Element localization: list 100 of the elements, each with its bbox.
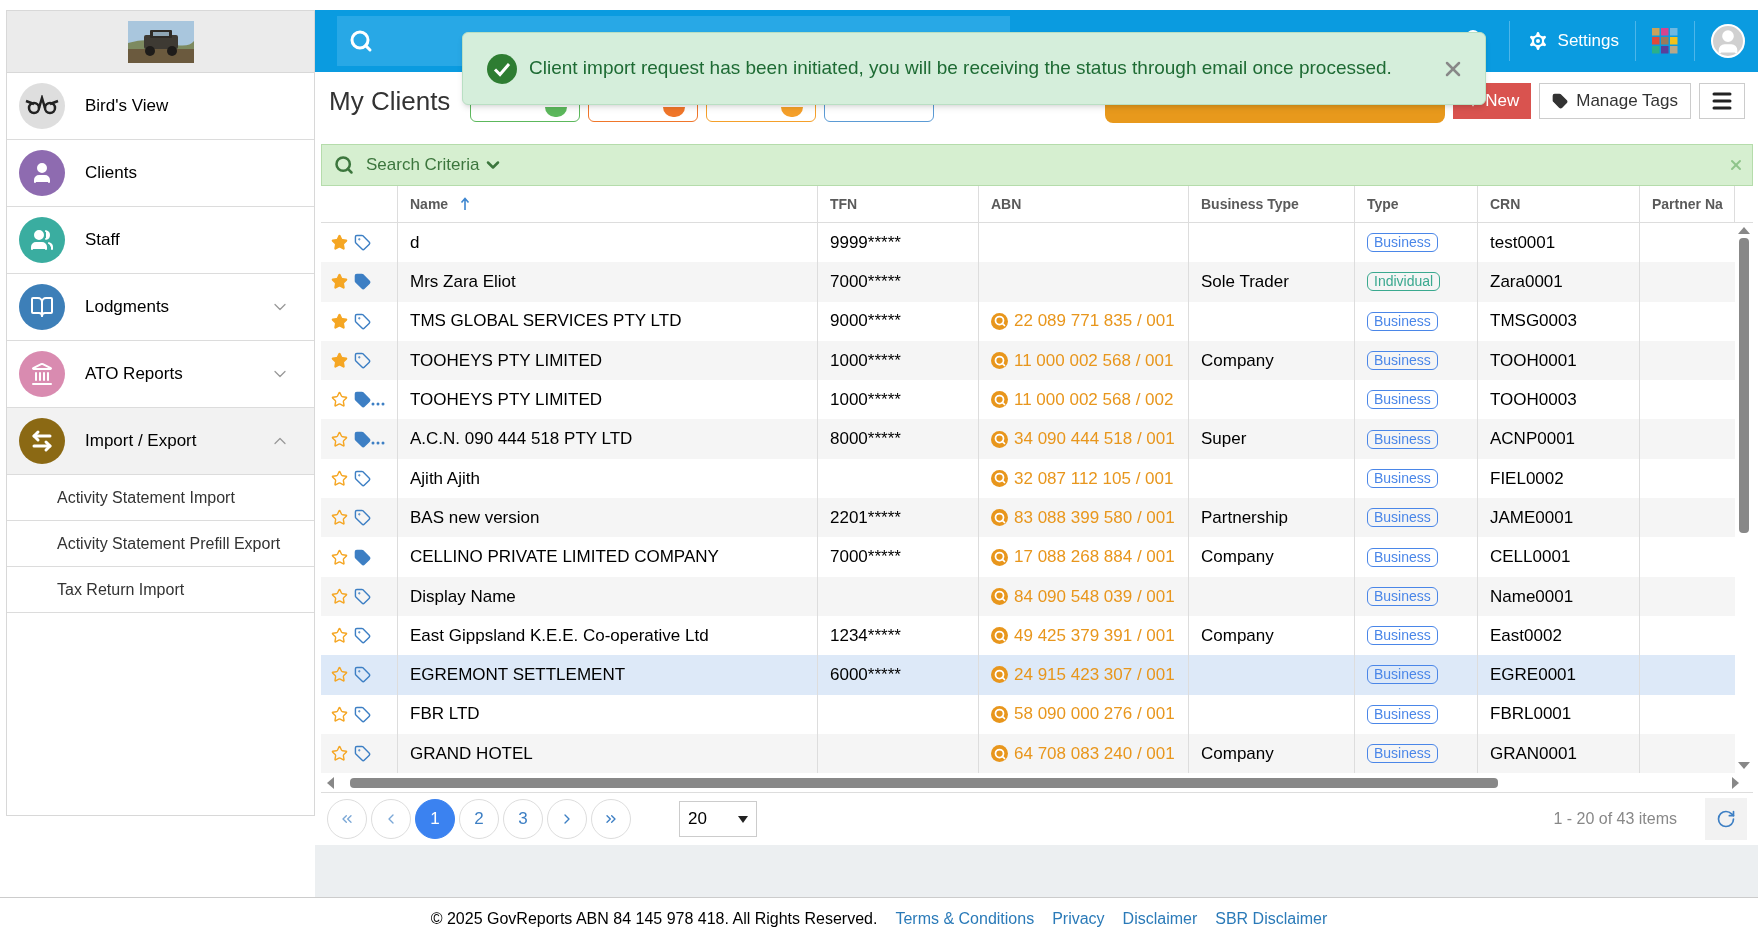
success-icon — [487, 53, 517, 84]
search-criteria-label[interactable]: Search Criteria — [366, 152, 480, 178]
tag-icon[interactable] — [354, 627, 371, 645]
table-cell-text: FBR LTD — [410, 703, 480, 726]
star-icon[interactable] — [331, 273, 348, 291]
manage-tags-button[interactable]: Manage Tags — [1539, 83, 1691, 119]
table-cell-text: EGREMONT SETTLEMENT — [410, 664, 626, 687]
type-badge: Business — [1367, 468, 1438, 488]
table-row[interactable]: EGREMONT SETTLEMENT 6000***** 24 915 423 307 / 001 Business EGRE0001 — [321, 655, 1735, 695]
table-cell-text: 1000***** — [830, 349, 901, 372]
star-icon[interactable] — [331, 666, 348, 684]
abn-lookup-icon[interactable] — [991, 587, 1008, 605]
close-icon[interactable] — [1728, 157, 1744, 173]
table-cell-text: FIEL0002 — [1490, 467, 1564, 490]
table-row[interactable]: GRAND HOTEL 64 708 083 240 / 001 Company Business GRAN0001 — [321, 733, 1735, 774]
page-title: My Clients — [329, 84, 451, 118]
footer-link[interactable]: Disclaimer — [1122, 906, 1198, 931]
table-cell-text: GRAND HOTEL — [410, 742, 533, 765]
table-cell-text: Company — [1201, 546, 1274, 569]
abn-lookup-icon[interactable] — [991, 666, 1008, 684]
column-header[interactable]: Business Type — [1201, 193, 1299, 215]
column-header[interactable]: Type — [1367, 193, 1399, 215]
star-icon[interactable] — [331, 312, 348, 330]
star-icon[interactable] — [331, 234, 348, 252]
tag-icon[interactable] — [354, 548, 371, 566]
star-icon[interactable] — [331, 548, 348, 566]
abn-lookup-icon[interactable] — [991, 391, 1008, 409]
table-cell-text: Sole Trader — [1201, 271, 1289, 294]
submenu-item[interactable]: Activity Statement Import — [7, 475, 314, 521]
star-icon[interactable] — [331, 509, 348, 527]
table-cell-text: Display Name — [410, 585, 516, 608]
table-cell-text: TOOHEYS PTY LIMITED — [410, 349, 603, 372]
tag-icon[interactable] — [354, 352, 371, 370]
submenu-item[interactable]: Activity Statement Prefill Export — [7, 521, 314, 567]
abn-lookup-icon[interactable] — [991, 705, 1008, 723]
tag-icon[interactable] — [354, 705, 371, 723]
table-cell-text: East Gippsland K.E.E. Co-operative Ltd — [410, 624, 709, 647]
star-icon[interactable] — [331, 745, 348, 762]
abn-lookup-icon[interactable] — [991, 312, 1008, 330]
table-cell-text: test0001 — [1490, 231, 1556, 254]
column-header[interactable]: CRN — [1490, 193, 1521, 215]
column-header[interactable]: TFN — [830, 193, 858, 215]
tag-icon[interactable] — [354, 509, 371, 527]
page-button[interactable]: 1 — [415, 799, 455, 840]
table-row[interactable]: Display Name 84 090 548 039 / 001 Business Name0001 — [321, 576, 1735, 616]
column-header[interactable]: ABN — [991, 193, 1022, 215]
table-cell-text: TOOH0001 — [1490, 349, 1577, 372]
menu-button[interactable] — [1699, 83, 1745, 119]
star-icon[interactable] — [331, 705, 348, 723]
table-cell-text: 7000***** — [830, 271, 901, 294]
tag-icon[interactable] — [354, 430, 371, 448]
sidebar-item[interactable]: Import / Export — [7, 408, 314, 475]
table-row[interactable]: Mrs Zara Eliot 7000***** Sole Trader Individual Zara0001 — [321, 262, 1735, 302]
avatar-icon[interactable] — [1711, 24, 1745, 58]
table-cell-text: CELL0001 — [1490, 546, 1571, 569]
tag-icon[interactable] — [354, 666, 371, 684]
column-header[interactable]: Name — [410, 193, 449, 215]
submenu-item[interactable]: Tax Return Import — [7, 567, 314, 613]
table-cell-text: Company — [1201, 349, 1274, 372]
abn-lookup-icon[interactable] — [991, 509, 1008, 527]
tag-icon[interactable] — [354, 273, 371, 291]
table-cell-text: ACNP0001 — [1490, 428, 1576, 451]
tag-icon[interactable] — [354, 234, 371, 252]
tag-icon[interactable] — [354, 469, 371, 487]
abn-lookup-icon[interactable] — [991, 352, 1008, 370]
abn-lookup-icon[interactable] — [991, 745, 1008, 762]
footer-link[interactable]: SBR Disclaimer — [1215, 906, 1328, 931]
star-icon[interactable] — [331, 627, 348, 645]
type-badge: Business — [1367, 665, 1438, 685]
star-icon[interactable] — [331, 469, 348, 487]
table-cell-text: Partnership — [1201, 506, 1288, 529]
type-badge: Business — [1367, 233, 1438, 253]
page-size-select[interactable]: 20 — [679, 801, 757, 838]
refresh-button[interactable] — [1705, 798, 1747, 841]
column-header[interactable]: Partner Na — [1652, 193, 1723, 215]
table-row[interactable]: TOOHEYS PTY LIMITED 1000***** 11 000 002 568 / 001 Company Business TOOH0001 — [321, 340, 1735, 381]
table-cell-text: 9000***** — [830, 310, 901, 333]
abn-lookup-icon[interactable] — [991, 548, 1008, 566]
star-icon[interactable] — [331, 430, 348, 448]
abn-lookup-icon[interactable] — [991, 627, 1008, 645]
star-icon[interactable] — [331, 391, 348, 409]
star-icon[interactable] — [331, 352, 348, 370]
search-criteria-bar[interactable]: Search Criteria — [321, 144, 1753, 186]
table-row[interactable]: A.C.N. 090 444 518 PTY LTD 8000***** 34 090 444 518 / 001 Super Business ACNP0001 — [321, 419, 1735, 459]
table-cell-text: EGRE0001 — [1490, 664, 1576, 687]
abn-lookup-icon[interactable] — [991, 430, 1008, 448]
footer-link[interactable]: Terms & Conditions — [895, 906, 1035, 931]
abn-lookup-icon[interactable] — [991, 469, 1008, 487]
type-badge: Business — [1367, 429, 1438, 449]
search-icon[interactable] — [349, 29, 373, 53]
tag-icon[interactable] — [354, 587, 371, 605]
footer-link[interactable]: Privacy — [1052, 906, 1105, 931]
tag-icon[interactable] — [354, 312, 371, 330]
copyright-text: © 2025 GovReports ABN 84 145 978 418. All Rights Reserved. — [430, 908, 878, 929]
tag-icon[interactable] — [354, 745, 371, 762]
tag-icon[interactable] — [354, 391, 371, 409]
star-icon[interactable] — [331, 587, 348, 605]
apps-grid-icon[interactable] — [1652, 28, 1678, 54]
refresh-icon — [1716, 809, 1736, 830]
table-row[interactable]: BAS new version 2201***** 83 088 399 580 / 001 Partnership Business JAME0001 — [321, 498, 1735, 538]
